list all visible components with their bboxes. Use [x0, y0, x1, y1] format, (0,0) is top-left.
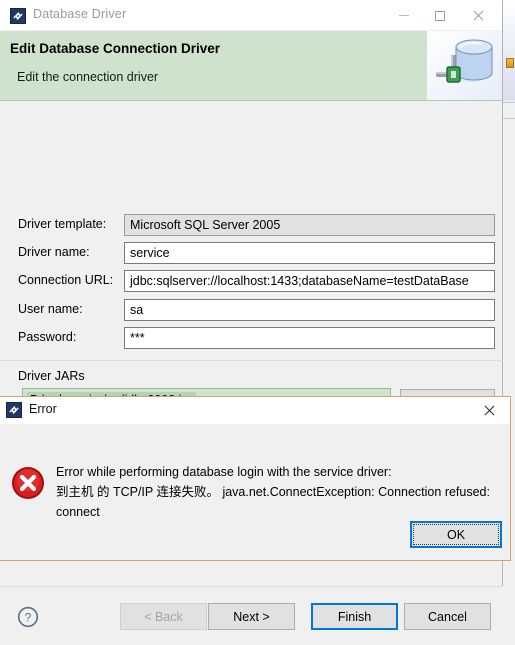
error-message: Error while performing database login wi… — [56, 462, 490, 522]
screen: Database Driver Edit Database Connection… — [0, 0, 515, 645]
connection-url-label: Connection URL: — [18, 273, 114, 287]
back-button-label: < Back — [144, 609, 183, 624]
error-dialog-title: Error — [29, 402, 57, 416]
wizard-banner: Edit Database Connection Driver Edit the… — [0, 31, 502, 101]
field-row-user-name: User name: sa — [0, 299, 503, 321]
window-title: Database Driver — [33, 7, 127, 21]
driver-name-label: Driver name: — [18, 245, 90, 259]
help-icon[interactable]: ? — [17, 606, 39, 631]
database-driver-icon — [10, 8, 26, 24]
maximize-icon — [435, 10, 445, 21]
password-label: Password: — [18, 330, 77, 344]
close-icon — [472, 10, 484, 22]
cancel-button-label: Cancel — [428, 609, 467, 624]
driver-jars-label: Driver JARs — [18, 369, 85, 383]
password-input[interactable]: *** — [124, 327, 495, 349]
field-row-connection-url: Connection URL: jdbc:sqlserver://localho… — [0, 270, 503, 292]
driver-template-label: Driver template: — [18, 217, 107, 231]
connection-url-input[interactable]: jdbc:sqlserver://localhost:1433;database… — [124, 270, 495, 292]
close-icon — [483, 405, 495, 417]
finish-button-label: Finish — [337, 609, 372, 624]
error-message-line-2: 到主机 的 TCP/IP 连接失败。 java.net.ConnectExcep… — [56, 485, 490, 499]
page-title: Edit Database Connection Driver — [10, 41, 221, 56]
database-driver-icon — [6, 402, 22, 418]
error-message-line-3: connect — [56, 505, 100, 519]
svg-text:?: ? — [25, 611, 32, 625]
window-titlebar: Database Driver — [0, 0, 502, 31]
back-button[interactable]: < Back — [120, 603, 207, 630]
divider — [0, 360, 503, 361]
form-body: Driver template: Microsoft SQL Server 20… — [0, 101, 503, 645]
driver-name-input[interactable]: service — [124, 242, 495, 264]
page-subtitle: Edit the connection driver — [17, 70, 159, 84]
database-cylinder-graphic — [427, 31, 502, 100]
finish-button[interactable]: Finish — [311, 603, 398, 630]
error-message-line-1: Error while performing database login wi… — [56, 465, 392, 479]
driver-template-combo[interactable]: Microsoft SQL Server 2005 — [124, 214, 495, 236]
maximize-button[interactable] — [422, 0, 458, 31]
field-row-driver-template: Driver template: Microsoft SQL Server 20… — [0, 214, 503, 341]
error-dialog-titlebar: Error — [0, 397, 510, 424]
cancel-button[interactable]: Cancel — [404, 603, 491, 630]
ok-button[interactable]: OK — [410, 521, 502, 548]
field-row-password: Password: *** — [0, 327, 503, 349]
close-button[interactable] — [460, 0, 496, 31]
background-folder-icon — [506, 58, 514, 68]
focus-outline — [413, 524, 499, 545]
minimize-icon — [399, 15, 409, 16]
error-dialog-close-button[interactable] — [476, 397, 502, 424]
minimize-button[interactable] — [386, 0, 422, 31]
user-name-label: User name: — [18, 302, 83, 316]
error-circle-icon — [11, 466, 45, 503]
next-button-label: Next > — [233, 609, 270, 624]
user-name-input[interactable]: sa — [124, 299, 495, 321]
next-button[interactable]: Next > — [208, 603, 295, 630]
field-row-driver-name: Driver name: service — [0, 242, 503, 264]
